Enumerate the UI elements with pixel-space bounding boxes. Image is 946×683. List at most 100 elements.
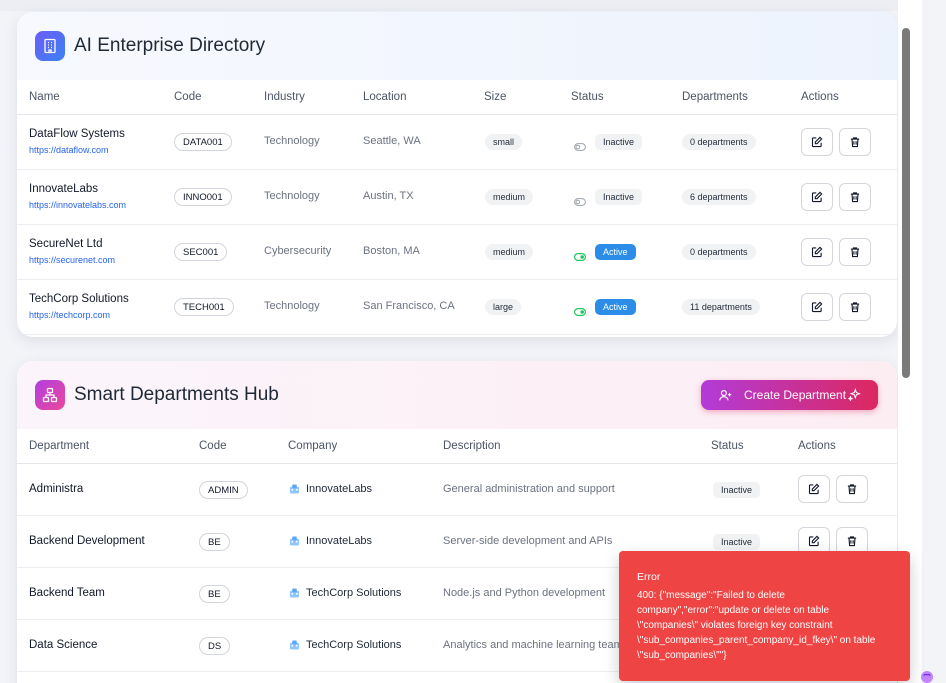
scroll-thumb[interactable] [902, 28, 910, 378]
add-user-icon [719, 389, 732, 400]
sparkles-icon [848, 388, 861, 401]
delete-button[interactable] [839, 238, 871, 266]
department-name: Backend Development [29, 535, 145, 547]
delete-button[interactable] [839, 293, 871, 321]
company-industry: Technology [264, 300, 320, 312]
top-strip [0, 0, 922, 11]
company-code-badge: SEC001 [174, 243, 228, 261]
department-company-name: TechCorp Solutions [306, 639, 402, 651]
department-code-badge: BE [199, 585, 230, 603]
create-department-label: Create Department [744, 388, 847, 402]
edit-icon [811, 246, 823, 258]
edit-icon [811, 136, 823, 148]
company-name: SecureNet Ltd [29, 238, 103, 250]
edit-icon [808, 535, 820, 547]
company-url-link[interactable]: https://securenet.com [29, 255, 115, 265]
edit-button[interactable] [801, 183, 833, 211]
col-description: Description [443, 440, 501, 452]
edit-icon [811, 191, 823, 203]
department-company: TechCorp Solutions [288, 587, 401, 599]
enterprise-title: AI Enterprise Directory [74, 35, 266, 56]
edit-button[interactable] [801, 293, 833, 321]
org-chart-icon [35, 380, 65, 410]
col-industry: Industry [264, 91, 305, 103]
edit-icon [808, 483, 820, 495]
toggle-on-icon[interactable] [574, 248, 587, 266]
departments-title: Smart Departments Hub [74, 384, 279, 405]
col-department: Department [29, 440, 90, 452]
enterprise-row: InnovateLabs https://innovatelabs.com IN… [17, 170, 897, 225]
edit-button[interactable] [798, 475, 830, 503]
toast-title: Error [637, 571, 661, 583]
department-company: TechCorp Solutions [288, 639, 401, 651]
company-code-badge: DATA001 [174, 133, 232, 151]
departments-count-badge: 0 departments [682, 134, 756, 150]
company-url-link[interactable]: https://innovatelabs.com [29, 200, 126, 210]
department-company: InnovateLabs [288, 535, 372, 547]
col-departments: Departments [682, 91, 748, 103]
delete-button[interactable] [836, 475, 868, 503]
company-building-icon [288, 535, 306, 547]
status-badge: Inactive [595, 134, 643, 150]
department-code-badge: DS [199, 637, 231, 655]
company-code-badge: INNO001 [174, 188, 232, 206]
department-code-badge: BE [199, 533, 230, 551]
delete-button[interactable] [839, 128, 871, 156]
edit-icon [811, 301, 823, 313]
col-size: Size [484, 91, 507, 103]
col-dept-code: Code [199, 440, 227, 452]
col-company: Company [288, 440, 338, 452]
department-name: Backend Team [29, 587, 105, 599]
create-department-button[interactable]: Create Department [701, 380, 878, 410]
department-company-name: InnovateLabs [306, 483, 373, 495]
company-name: InnovateLabs [29, 183, 99, 195]
brain-icon[interactable] [920, 670, 934, 683]
company-size-badge: small [485, 134, 523, 150]
company-industry: Technology [264, 135, 320, 147]
toggle-off-icon[interactable] [574, 138, 586, 156]
error-toast[interactable]: Error 400: {"message":"Failed to delete … [619, 551, 910, 681]
departments-table-header: Department Code Company Description Stat… [17, 429, 897, 464]
toggle-on-icon[interactable] [574, 303, 587, 321]
trash-icon [849, 136, 861, 148]
departments-count-badge: 6 departments [682, 189, 756, 205]
trash-icon [849, 191, 861, 203]
company-location: Austin, TX [363, 190, 414, 202]
col-location: Location [363, 91, 407, 103]
delete-button[interactable] [839, 183, 871, 211]
departments-count-badge: 11 departments [682, 299, 760, 315]
department-name: Data Science [29, 639, 98, 651]
company-building-icon [288, 483, 306, 495]
department-row: Administra ADMIN InnovateLabs General ad… [17, 464, 897, 516]
edit-button[interactable] [801, 128, 833, 156]
company-url-link[interactable]: https://techcorp.com [29, 310, 110, 320]
department-name: Administra [29, 483, 84, 495]
status-badge: Inactive [713, 534, 761, 550]
toggle-off-icon[interactable] [574, 193, 586, 211]
toast-message: 400: {"message":"Failed to delete compan… [637, 590, 876, 661]
company-industry: Cybersecurity [264, 245, 332, 257]
enterprise-row: DataFlow Systems https://dataflow.com DA… [17, 115, 897, 170]
trash-icon [846, 483, 858, 495]
departments-count-badge: 0 departments [682, 244, 756, 260]
company-location: Seattle, WA [363, 135, 421, 147]
company-url-link[interactable]: https://dataflow.com [29, 145, 109, 155]
department-code-badge: ADMIN [199, 481, 248, 499]
status-badge: Active [595, 299, 636, 315]
company-location: Boston, MA [363, 245, 420, 257]
department-company-name: TechCorp Solutions [306, 587, 402, 599]
company-building-icon [288, 639, 306, 651]
department-company-name: InnovateLabs [306, 535, 373, 547]
department-company: InnovateLabs [288, 483, 372, 495]
col-status: Status [571, 91, 604, 103]
department-description: Server-side development and APIs [443, 535, 613, 547]
col-name: Name [29, 91, 60, 103]
department-description: Node.js and Python development [443, 587, 606, 599]
edit-button[interactable] [801, 238, 833, 266]
company-name: TechCorp Solutions [29, 293, 129, 305]
status-badge: Active [595, 244, 636, 260]
status-badge: Inactive [713, 482, 761, 498]
col-dept-status: Status [711, 440, 744, 452]
col-dept-actions: Actions [798, 440, 836, 452]
col-code: Code [174, 91, 202, 103]
